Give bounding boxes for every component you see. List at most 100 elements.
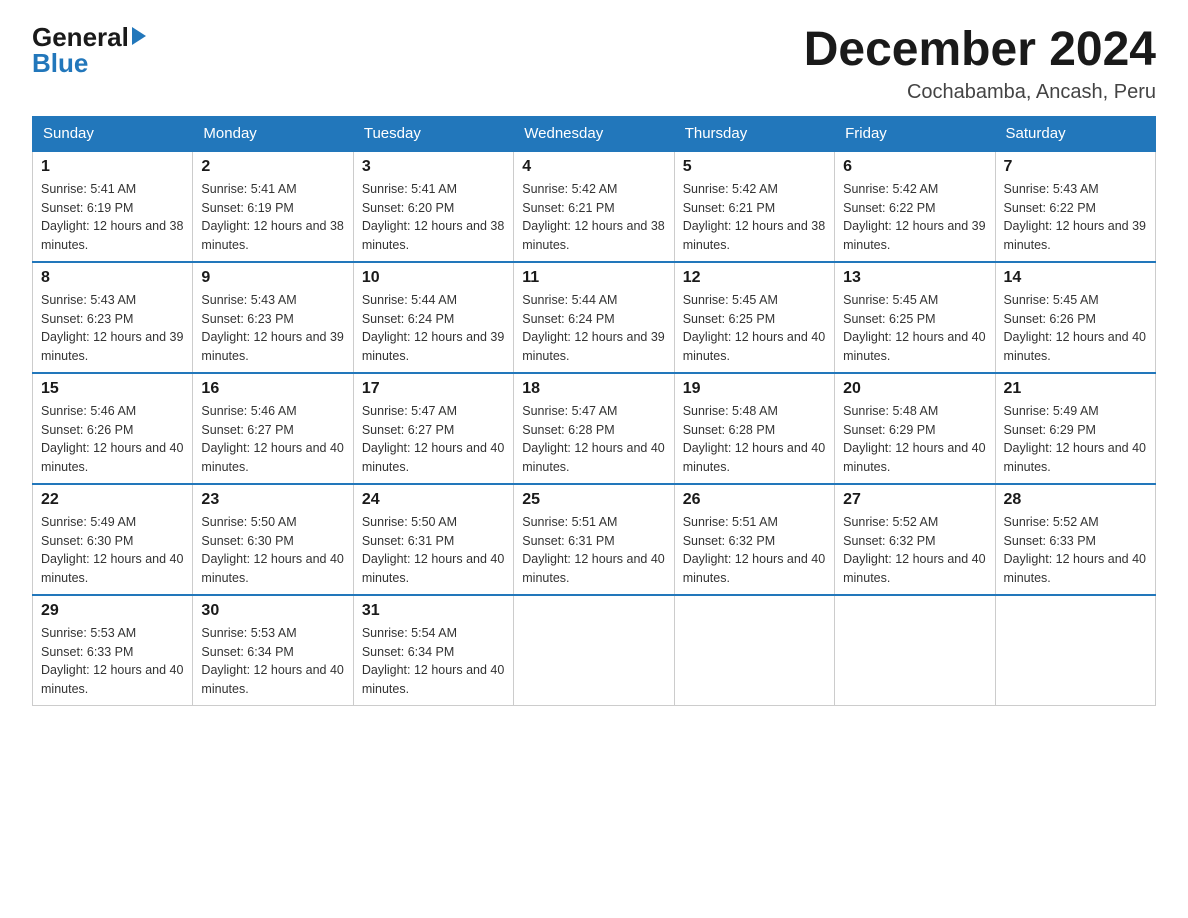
calendar-cell: 8 Sunrise: 5:43 AMSunset: 6:23 PMDaylight… xyxy=(33,262,193,373)
title-area: December 2024 Cochabamba, Ancash, Peru xyxy=(804,24,1156,104)
calendar-cell: 10 Sunrise: 5:44 AMSunset: 6:24 PMDayligh… xyxy=(353,262,513,373)
day-number: 1 xyxy=(41,158,184,176)
day-info: Sunrise: 5:53 AMSunset: 6:34 PMDaylight:… xyxy=(201,624,344,699)
day-number: 23 xyxy=(201,491,344,509)
calendar-cell xyxy=(995,595,1155,706)
day-number: 17 xyxy=(362,380,505,398)
day-header-monday: Monday xyxy=(193,116,353,151)
day-info: Sunrise: 5:48 AMSunset: 6:29 PMDaylight:… xyxy=(843,402,986,477)
day-info: Sunrise: 5:51 AMSunset: 6:32 PMDaylight:… xyxy=(683,513,826,588)
week-row-1: 1 Sunrise: 5:41 AMSunset: 6:19 PMDaylight… xyxy=(33,151,1156,262)
day-number: 16 xyxy=(201,380,344,398)
logo: General Blue xyxy=(32,24,146,76)
calendar-cell: 11 Sunrise: 5:44 AMSunset: 6:24 PMDayligh… xyxy=(514,262,674,373)
day-info: Sunrise: 5:47 AMSunset: 6:28 PMDaylight:… xyxy=(522,402,665,477)
day-header-sunday: Sunday xyxy=(33,116,193,151)
calendar-cell: 20 Sunrise: 5:48 AMSunset: 6:29 PMDayligh… xyxy=(835,373,995,484)
calendar-cell: 13 Sunrise: 5:45 AMSunset: 6:25 PMDayligh… xyxy=(835,262,995,373)
day-number: 29 xyxy=(41,602,184,620)
logo-arrow-icon xyxy=(132,27,146,45)
day-number: 10 xyxy=(362,269,505,287)
day-number: 24 xyxy=(362,491,505,509)
calendar-cell: 19 Sunrise: 5:48 AMSunset: 6:28 PMDayligh… xyxy=(674,373,834,484)
calendar-cell: 27 Sunrise: 5:52 AMSunset: 6:32 PMDayligh… xyxy=(835,484,995,595)
calendar-cell: 15 Sunrise: 5:46 AMSunset: 6:26 PMDayligh… xyxy=(33,373,193,484)
calendar-cell: 24 Sunrise: 5:50 AMSunset: 6:31 PMDayligh… xyxy=(353,484,513,595)
calendar-cell xyxy=(674,595,834,706)
day-info: Sunrise: 5:51 AMSunset: 6:31 PMDaylight:… xyxy=(522,513,665,588)
day-number: 8 xyxy=(41,269,184,287)
day-number: 5 xyxy=(683,158,826,176)
day-number: 6 xyxy=(843,158,986,176)
day-info: Sunrise: 5:45 AMSunset: 6:25 PMDaylight:… xyxy=(683,291,826,366)
day-info: Sunrise: 5:41 AMSunset: 6:19 PMDaylight:… xyxy=(201,180,344,255)
day-number: 21 xyxy=(1004,380,1147,398)
day-info: Sunrise: 5:49 AMSunset: 6:30 PMDaylight:… xyxy=(41,513,184,588)
day-info: Sunrise: 5:44 AMSunset: 6:24 PMDaylight:… xyxy=(522,291,665,366)
day-info: Sunrise: 5:52 AMSunset: 6:32 PMDaylight:… xyxy=(843,513,986,588)
day-number: 13 xyxy=(843,269,986,287)
calendar-header-row: SundayMondayTuesdayWednesdayThursdayFrid… xyxy=(33,116,1156,151)
day-number: 4 xyxy=(522,158,665,176)
calendar-cell: 31Sunrise: 5:54 AMSunset: 6:34 PMDayligh… xyxy=(353,595,513,706)
calendar-cell: 26 Sunrise: 5:51 AMSunset: 6:32 PMDayligh… xyxy=(674,484,834,595)
calendar-cell: 30Sunrise: 5:53 AMSunset: 6:34 PMDayligh… xyxy=(193,595,353,706)
day-number: 14 xyxy=(1004,269,1147,287)
calendar-cell: 14 Sunrise: 5:45 AMSunset: 6:26 PMDayligh… xyxy=(995,262,1155,373)
logo-general-text: General xyxy=(32,24,146,50)
calendar-cell: 22 Sunrise: 5:49 AMSunset: 6:30 PMDayligh… xyxy=(33,484,193,595)
day-number: 12 xyxy=(683,269,826,287)
day-info: Sunrise: 5:41 AMSunset: 6:20 PMDaylight:… xyxy=(362,180,505,255)
calendar-cell: 12 Sunrise: 5:45 AMSunset: 6:25 PMDayligh… xyxy=(674,262,834,373)
day-info: Sunrise: 5:43 AMSunset: 6:23 PMDaylight:… xyxy=(201,291,344,366)
day-header-friday: Friday xyxy=(835,116,995,151)
day-number: 19 xyxy=(683,380,826,398)
logo-blue-text: Blue xyxy=(32,50,146,76)
calendar-cell: 6 Sunrise: 5:42 AMSunset: 6:22 PMDaylight… xyxy=(835,151,995,262)
day-info: Sunrise: 5:50 AMSunset: 6:31 PMDaylight:… xyxy=(362,513,505,588)
calendar-cell: 29Sunrise: 5:53 AMSunset: 6:33 PMDayligh… xyxy=(33,595,193,706)
day-info: Sunrise: 5:48 AMSunset: 6:28 PMDaylight:… xyxy=(683,402,826,477)
day-number: 27 xyxy=(843,491,986,509)
day-info: Sunrise: 5:42 AMSunset: 6:21 PMDaylight:… xyxy=(522,180,665,255)
calendar-cell: 18 Sunrise: 5:47 AMSunset: 6:28 PMDayligh… xyxy=(514,373,674,484)
calendar-cell: 17Sunrise: 5:47 AMSunset: 6:27 PMDayligh… xyxy=(353,373,513,484)
calendar-cell: 3 Sunrise: 5:41 AMSunset: 6:20 PMDaylight… xyxy=(353,151,513,262)
calendar-cell: 16 Sunrise: 5:46 AMSunset: 6:27 PMDayligh… xyxy=(193,373,353,484)
calendar-cell: 7Sunrise: 5:43 AMSunset: 6:22 PMDaylight… xyxy=(995,151,1155,262)
calendar-cell: 28 Sunrise: 5:52 AMSunset: 6:33 PMDayligh… xyxy=(995,484,1155,595)
day-info: Sunrise: 5:41 AMSunset: 6:19 PMDaylight:… xyxy=(41,180,184,255)
calendar-cell: 4 Sunrise: 5:42 AMSunset: 6:21 PMDaylight… xyxy=(514,151,674,262)
calendar-cell xyxy=(514,595,674,706)
calendar-table: SundayMondayTuesdayWednesdayThursdayFrid… xyxy=(32,116,1156,706)
day-info: Sunrise: 5:42 AMSunset: 6:22 PMDaylight:… xyxy=(843,180,986,255)
day-info: Sunrise: 5:54 AMSunset: 6:34 PMDaylight:… xyxy=(362,624,505,699)
calendar-cell: 2Sunrise: 5:41 AMSunset: 6:19 PMDaylight… xyxy=(193,151,353,262)
day-number: 28 xyxy=(1004,491,1147,509)
day-info: Sunrise: 5:46 AMSunset: 6:26 PMDaylight:… xyxy=(41,402,184,477)
week-row-5: 29Sunrise: 5:53 AMSunset: 6:33 PMDayligh… xyxy=(33,595,1156,706)
day-info: Sunrise: 5:44 AMSunset: 6:24 PMDaylight:… xyxy=(362,291,505,366)
day-info: Sunrise: 5:45 AMSunset: 6:25 PMDaylight:… xyxy=(843,291,986,366)
day-number: 20 xyxy=(843,380,986,398)
day-info: Sunrise: 5:42 AMSunset: 6:21 PMDaylight:… xyxy=(683,180,826,255)
day-number: 11 xyxy=(522,269,665,287)
day-number: 15 xyxy=(41,380,184,398)
day-number: 26 xyxy=(683,491,826,509)
day-info: Sunrise: 5:45 AMSunset: 6:26 PMDaylight:… xyxy=(1004,291,1147,366)
day-number: 9 xyxy=(201,269,344,287)
calendar-cell xyxy=(835,595,995,706)
day-number: 3 xyxy=(362,158,505,176)
day-info: Sunrise: 5:50 AMSunset: 6:30 PMDaylight:… xyxy=(201,513,344,588)
day-header-saturday: Saturday xyxy=(995,116,1155,151)
week-row-2: 8 Sunrise: 5:43 AMSunset: 6:23 PMDaylight… xyxy=(33,262,1156,373)
day-info: Sunrise: 5:49 AMSunset: 6:29 PMDaylight:… xyxy=(1004,402,1147,477)
day-info: Sunrise: 5:46 AMSunset: 6:27 PMDaylight:… xyxy=(201,402,344,477)
day-info: Sunrise: 5:43 AMSunset: 6:22 PMDaylight:… xyxy=(1004,180,1147,255)
day-header-tuesday: Tuesday xyxy=(353,116,513,151)
day-number: 22 xyxy=(41,491,184,509)
day-info: Sunrise: 5:52 AMSunset: 6:33 PMDaylight:… xyxy=(1004,513,1147,588)
day-number: 18 xyxy=(522,380,665,398)
page-header: General Blue December 2024 Cochabamba, A… xyxy=(32,24,1156,104)
day-info: Sunrise: 5:43 AMSunset: 6:23 PMDaylight:… xyxy=(41,291,184,366)
